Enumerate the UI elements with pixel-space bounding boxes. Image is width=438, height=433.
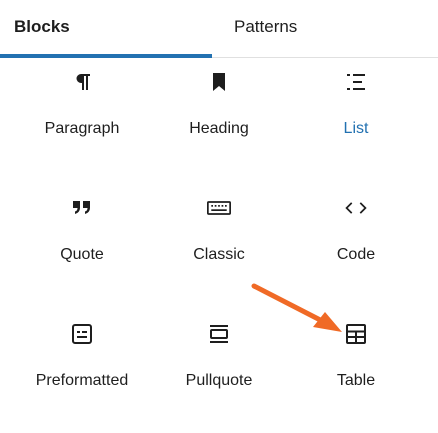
block-label-code: Code bbox=[336, 246, 376, 263]
block-list: Paragraph Heading List Quote Classic Cod… bbox=[0, 58, 438, 433]
inserter-tabs: Blocks Patterns bbox=[0, 0, 438, 58]
block-item-paragraph[interactable]: Paragraph bbox=[0, 58, 164, 184]
block-item-pullquote[interactable]: Pullquote bbox=[164, 310, 274, 433]
block-label-preformatted: Preformatted bbox=[35, 372, 129, 389]
block-label-paragraph: Paragraph bbox=[44, 120, 120, 137]
bookmark-icon bbox=[207, 70, 231, 94]
block-item-quote[interactable]: Quote bbox=[0, 184, 164, 310]
keyboard-icon bbox=[207, 196, 231, 220]
block-label-classic: Classic bbox=[193, 246, 245, 263]
block-item-list[interactable]: List bbox=[274, 58, 438, 184]
table-icon bbox=[344, 322, 368, 346]
paragraph-icon bbox=[70, 70, 94, 94]
block-label-list: List bbox=[343, 120, 369, 137]
list-icon bbox=[344, 70, 368, 94]
code-icon bbox=[344, 196, 368, 220]
pullquote-icon bbox=[207, 322, 231, 346]
block-item-classic[interactable]: Classic bbox=[164, 184, 274, 310]
tab-blocks[interactable]: Blocks bbox=[14, 0, 70, 54]
preformatted-icon bbox=[70, 322, 94, 346]
block-label-table: Table bbox=[336, 372, 376, 389]
block-label-heading: Heading bbox=[189, 120, 249, 137]
quote-icon bbox=[70, 196, 94, 220]
block-item-table[interactable]: Table bbox=[274, 310, 438, 433]
block-item-code[interactable]: Code bbox=[274, 184, 438, 310]
block-label-quote: Quote bbox=[60, 246, 104, 263]
block-item-heading[interactable]: Heading bbox=[164, 58, 274, 184]
block-label-pullquote: Pullquote bbox=[185, 372, 253, 389]
tab-patterns[interactable]: Patterns bbox=[234, 0, 297, 54]
block-item-preformatted[interactable]: Preformatted bbox=[0, 310, 164, 433]
block-inserter: Blocks Patterns Paragraph Heading List Q… bbox=[0, 0, 438, 433]
